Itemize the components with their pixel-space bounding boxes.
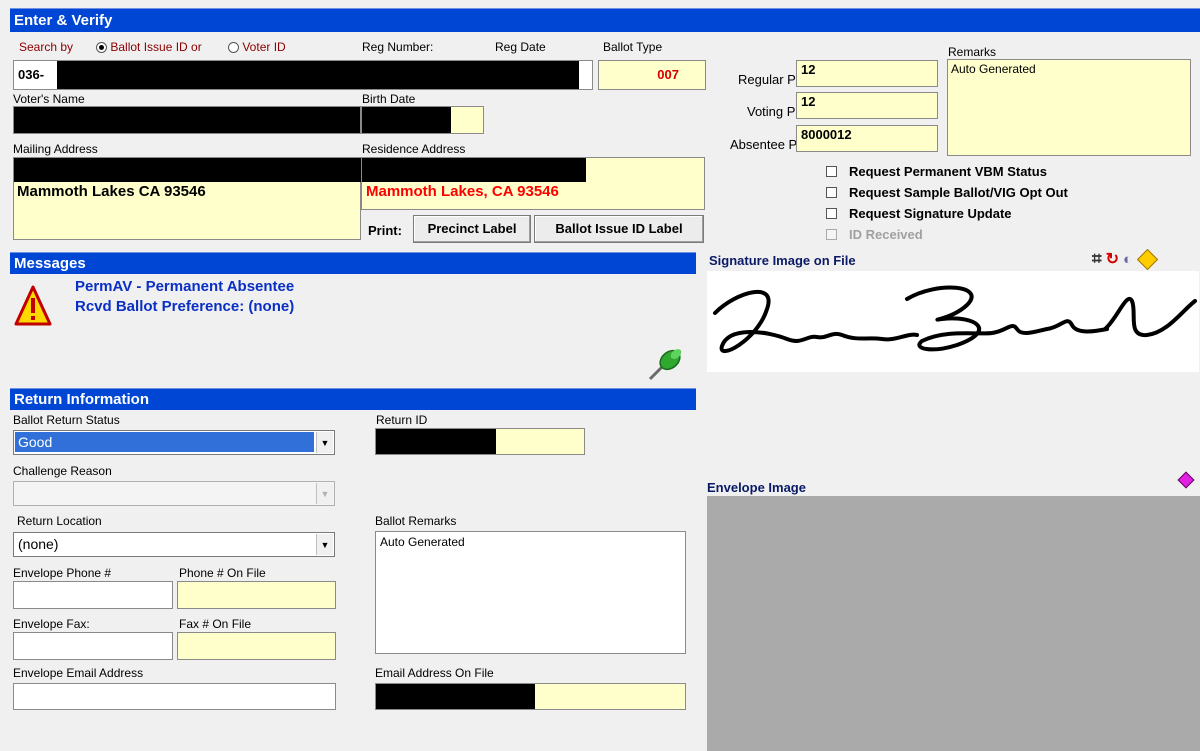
checkbox-box: [826, 208, 837, 219]
return-location-label: Return Location: [17, 514, 102, 528]
crop-icon[interactable]: ⌗: [1092, 249, 1102, 269]
message-line-1: PermAV - Permanent Absentee: [75, 278, 295, 295]
sample-ballot-label: Request Sample Ballot/VIG Opt Out: [849, 185, 1068, 200]
sample-ballot-checkbox[interactable]: Request Sample Ballot/VIG Opt Out: [826, 185, 1068, 200]
residence-city-text: Mammoth Lakes, CA 93546: [366, 183, 559, 200]
scanner-icon[interactable]: ◐: [1123, 251, 1132, 268]
redacted-block: [362, 158, 586, 182]
absentee-pct-field[interactable]: 8000012: [796, 125, 938, 152]
signature-toolbar: ⌗ ↻ ◐: [1092, 248, 1182, 270]
reg-number-label: Reg Number:: [362, 40, 434, 54]
envelope-image-area: [707, 496, 1200, 751]
messages-header: Messages: [10, 252, 696, 274]
chevron-down-icon: ▼: [316, 483, 333, 504]
fax-on-file-field[interactable]: [177, 632, 336, 660]
challenge-reason-select[interactable]: ▼: [13, 481, 335, 506]
redacted-block: [14, 107, 360, 133]
ballot-remarks-label: Ballot Remarks: [375, 514, 457, 528]
return-location-value: (none): [18, 536, 59, 552]
reg-date-label: Reg Date: [495, 40, 546, 54]
email-on-file-label: Email Address On File: [375, 666, 494, 680]
redacted-block: [376, 684, 535, 709]
envelope-email-input[interactable]: [13, 683, 336, 710]
checkbox-box: [826, 187, 837, 198]
info-diamond-icon[interactable]: [1136, 248, 1159, 270]
redacted-block: [57, 61, 579, 89]
regular-pct-field[interactable]: 12: [796, 60, 938, 87]
phone-on-file-field[interactable]: [177, 581, 336, 609]
fax-on-file-label: Fax # On File: [179, 617, 252, 631]
mailing-city-text: Mammoth Lakes CA 93546: [17, 183, 206, 200]
radio-off-icon: [228, 42, 239, 54]
voters-name-label: Voter's Name: [13, 92, 85, 106]
id-received-checkbox[interactable]: ID Received: [826, 227, 923, 242]
remarks-textarea[interactable]: Auto Generated: [947, 59, 1191, 156]
residence-address-label: Residence Address: [362, 142, 466, 156]
ballot-return-status-select[interactable]: Good ▼: [13, 430, 335, 455]
envelope-image-title: Envelope Image: [707, 480, 806, 495]
chevron-down-icon[interactable]: ▼: [316, 534, 333, 555]
rotate-icon[interactable]: ↻: [1106, 249, 1119, 269]
ballot-issue-id-label-button[interactable]: Ballot Issue ID Label: [534, 215, 704, 243]
signature-update-label: Request Signature Update: [849, 206, 1012, 221]
radio-voter-id[interactable]: Voter ID: [228, 40, 286, 54]
search-by-label: Search by: [19, 40, 74, 54]
mailing-address-label: Mailing Address: [13, 142, 98, 156]
envelope-phone-input[interactable]: [13, 581, 173, 609]
message-line-2: Rcvd Ballot Preference: (none): [75, 298, 295, 315]
signature-image: [707, 271, 1199, 372]
warning-icon: [14, 284, 52, 328]
envelope-fax-label: Envelope Fax:: [13, 617, 90, 631]
ballot-type-field[interactable]: 007: [598, 60, 706, 90]
pushpin-icon[interactable]: [646, 345, 686, 383]
id-received-label: ID Received: [849, 227, 923, 242]
phone-on-file-label: Phone # On File: [179, 566, 266, 580]
radio-ballot-issue-id[interactable]: Ballot Issue ID or: [96, 40, 202, 54]
radio-ballot-issue-id-label: Ballot Issue ID or: [110, 40, 202, 54]
radio-voter-id-label: Voter ID: [242, 40, 286, 54]
print-label: Print:: [368, 223, 402, 238]
envelope-phone-label: Envelope Phone #: [13, 566, 112, 580]
envelope-fax-input[interactable]: [13, 632, 173, 660]
ballot-return-status-label: Ballot Return Status: [13, 413, 120, 427]
ballot-remarks-textarea[interactable]: Auto Generated: [375, 531, 686, 654]
checkbox-box: [826, 229, 837, 240]
voting-pct-field[interactable]: 12: [796, 92, 938, 119]
remarks-label: Remarks: [948, 45, 997, 59]
return-information-header: Return Information: [10, 388, 696, 410]
precinct-label-button[interactable]: Precinct Label: [413, 215, 531, 243]
ballot-return-status-value: Good: [15, 432, 314, 452]
birth-date-label: Birth Date: [362, 92, 416, 106]
return-location-select[interactable]: (none) ▼: [13, 532, 335, 557]
signature-update-checkbox[interactable]: Request Signature Update: [826, 206, 1012, 221]
ballot-type-label: Ballot Type: [603, 40, 663, 54]
challenge-reason-label: Challenge Reason: [13, 464, 112, 478]
redacted-block: [362, 107, 451, 133]
checkbox-box: [826, 166, 837, 177]
chevron-down-icon[interactable]: ▼: [316, 432, 333, 453]
redacted-block: [376, 429, 496, 454]
enter-verify-header: Enter & Verify: [10, 8, 1200, 32]
permanent-vbm-label: Request Permanent VBM Status: [849, 164, 1047, 179]
signature-title: Signature Image on File: [709, 253, 856, 268]
radio-on-icon: [96, 42, 107, 54]
permanent-vbm-checkbox[interactable]: Request Permanent VBM Status: [826, 164, 1047, 179]
return-id-label: Return ID: [376, 413, 428, 427]
envelope-info-icon[interactable]: [1177, 471, 1195, 489]
envelope-email-label: Envelope Email Address: [13, 666, 144, 680]
